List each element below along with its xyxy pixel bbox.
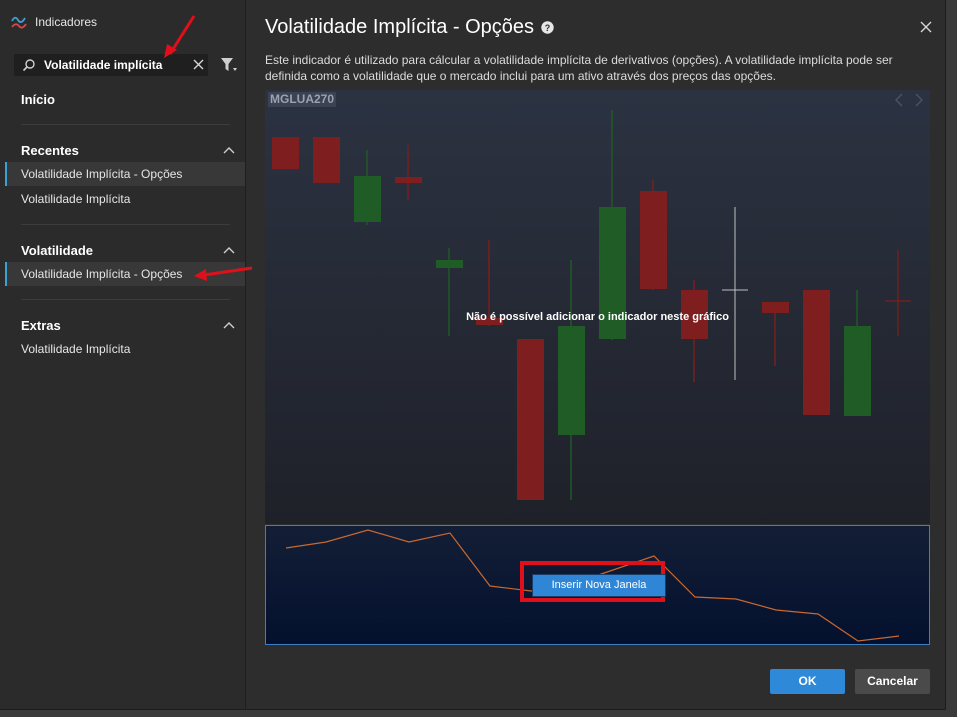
indicator-description: Este indicador é utilizado para cálcular…	[265, 53, 893, 83]
section-title: Recentes	[21, 142, 79, 158]
search-box[interactable]	[14, 54, 208, 76]
section-extras[interactable]: Extras	[21, 316, 235, 334]
candle	[885, 250, 911, 336]
cancel-button[interactable]: Cancelar	[855, 669, 930, 694]
ok-button[interactable]: OK	[770, 669, 845, 694]
divider	[21, 299, 230, 300]
chevron-up-icon[interactable]	[223, 146, 235, 154]
chart-preview: MGLUA270 Não é possível adicionar o indi…	[265, 90, 930, 524]
candle	[395, 145, 422, 200]
chart-nav	[894, 93, 924, 107]
candle	[313, 137, 340, 183]
page-title: Volatilidade Implícita - Opções	[265, 16, 535, 38]
indicator-chart-icon	[11, 16, 27, 29]
app-title: Indicadores	[35, 15, 98, 29]
candle	[640, 180, 667, 290]
help-icon[interactable]: ?	[541, 21, 554, 34]
candle	[558, 260, 585, 500]
indicator-subchart: Inserir Nova Janela	[265, 525, 930, 645]
candle	[517, 339, 544, 500]
insert-new-window-button[interactable]: Inserir Nova Janela	[532, 574, 666, 597]
section-title: Volatilidade	[21, 242, 93, 258]
search-icon	[22, 59, 35, 72]
chevron-left-icon[interactable]	[894, 93, 904, 107]
search-input[interactable]	[44, 57, 184, 73]
candle	[722, 207, 748, 380]
section-volatilidade[interactable]: Volatilidade	[21, 241, 235, 259]
svg-text:?: ?	[545, 23, 551, 33]
sidebar: Indicadores Início Recentes Volatilidade…	[0, 0, 246, 709]
candle	[599, 110, 626, 340]
indicators-dialog: Indicadores Início Recentes Volatilidade…	[0, 0, 946, 710]
candle	[272, 137, 299, 169]
ticker-label: MGLUA270	[268, 92, 337, 107]
candlestick-chart	[272, 110, 911, 500]
chevron-right-icon[interactable]	[914, 93, 924, 107]
filter-icon[interactable]	[220, 57, 238, 73]
divider	[21, 124, 230, 125]
section-recentes[interactable]: Recentes	[21, 141, 235, 159]
sidebar-item-vol-implicita[interactable]: Volatilidade Implícita	[5, 187, 245, 211]
main-title-row: Volatilidade Implícita - Opções ?	[265, 16, 554, 39]
candle	[803, 290, 830, 415]
section-title: Extras	[21, 317, 61, 333]
close-dialog-button[interactable]	[919, 20, 933, 34]
candle	[354, 150, 381, 225]
chevron-up-icon[interactable]	[223, 246, 235, 254]
chart-error-message: Não é possível adicionar o indicador nes…	[466, 311, 729, 323]
divider	[21, 224, 230, 225]
candle	[844, 290, 871, 416]
close-icon[interactable]	[192, 58, 205, 71]
candle	[681, 280, 708, 382]
sidebar-item-vol-implicita[interactable]: Volatilidade Implícita	[5, 337, 245, 361]
chevron-up-icon[interactable]	[223, 321, 235, 329]
nav-home[interactable]: Início	[21, 92, 55, 107]
sidebar-item-vol-implicita-opcoes[interactable]: Volatilidade Implícita - Opções	[5, 162, 245, 186]
app-title-row: Indicadores	[10, 13, 97, 31]
sidebar-item-vol-implicita-opcoes[interactable]: Volatilidade Implícita - Opções	[5, 262, 245, 286]
